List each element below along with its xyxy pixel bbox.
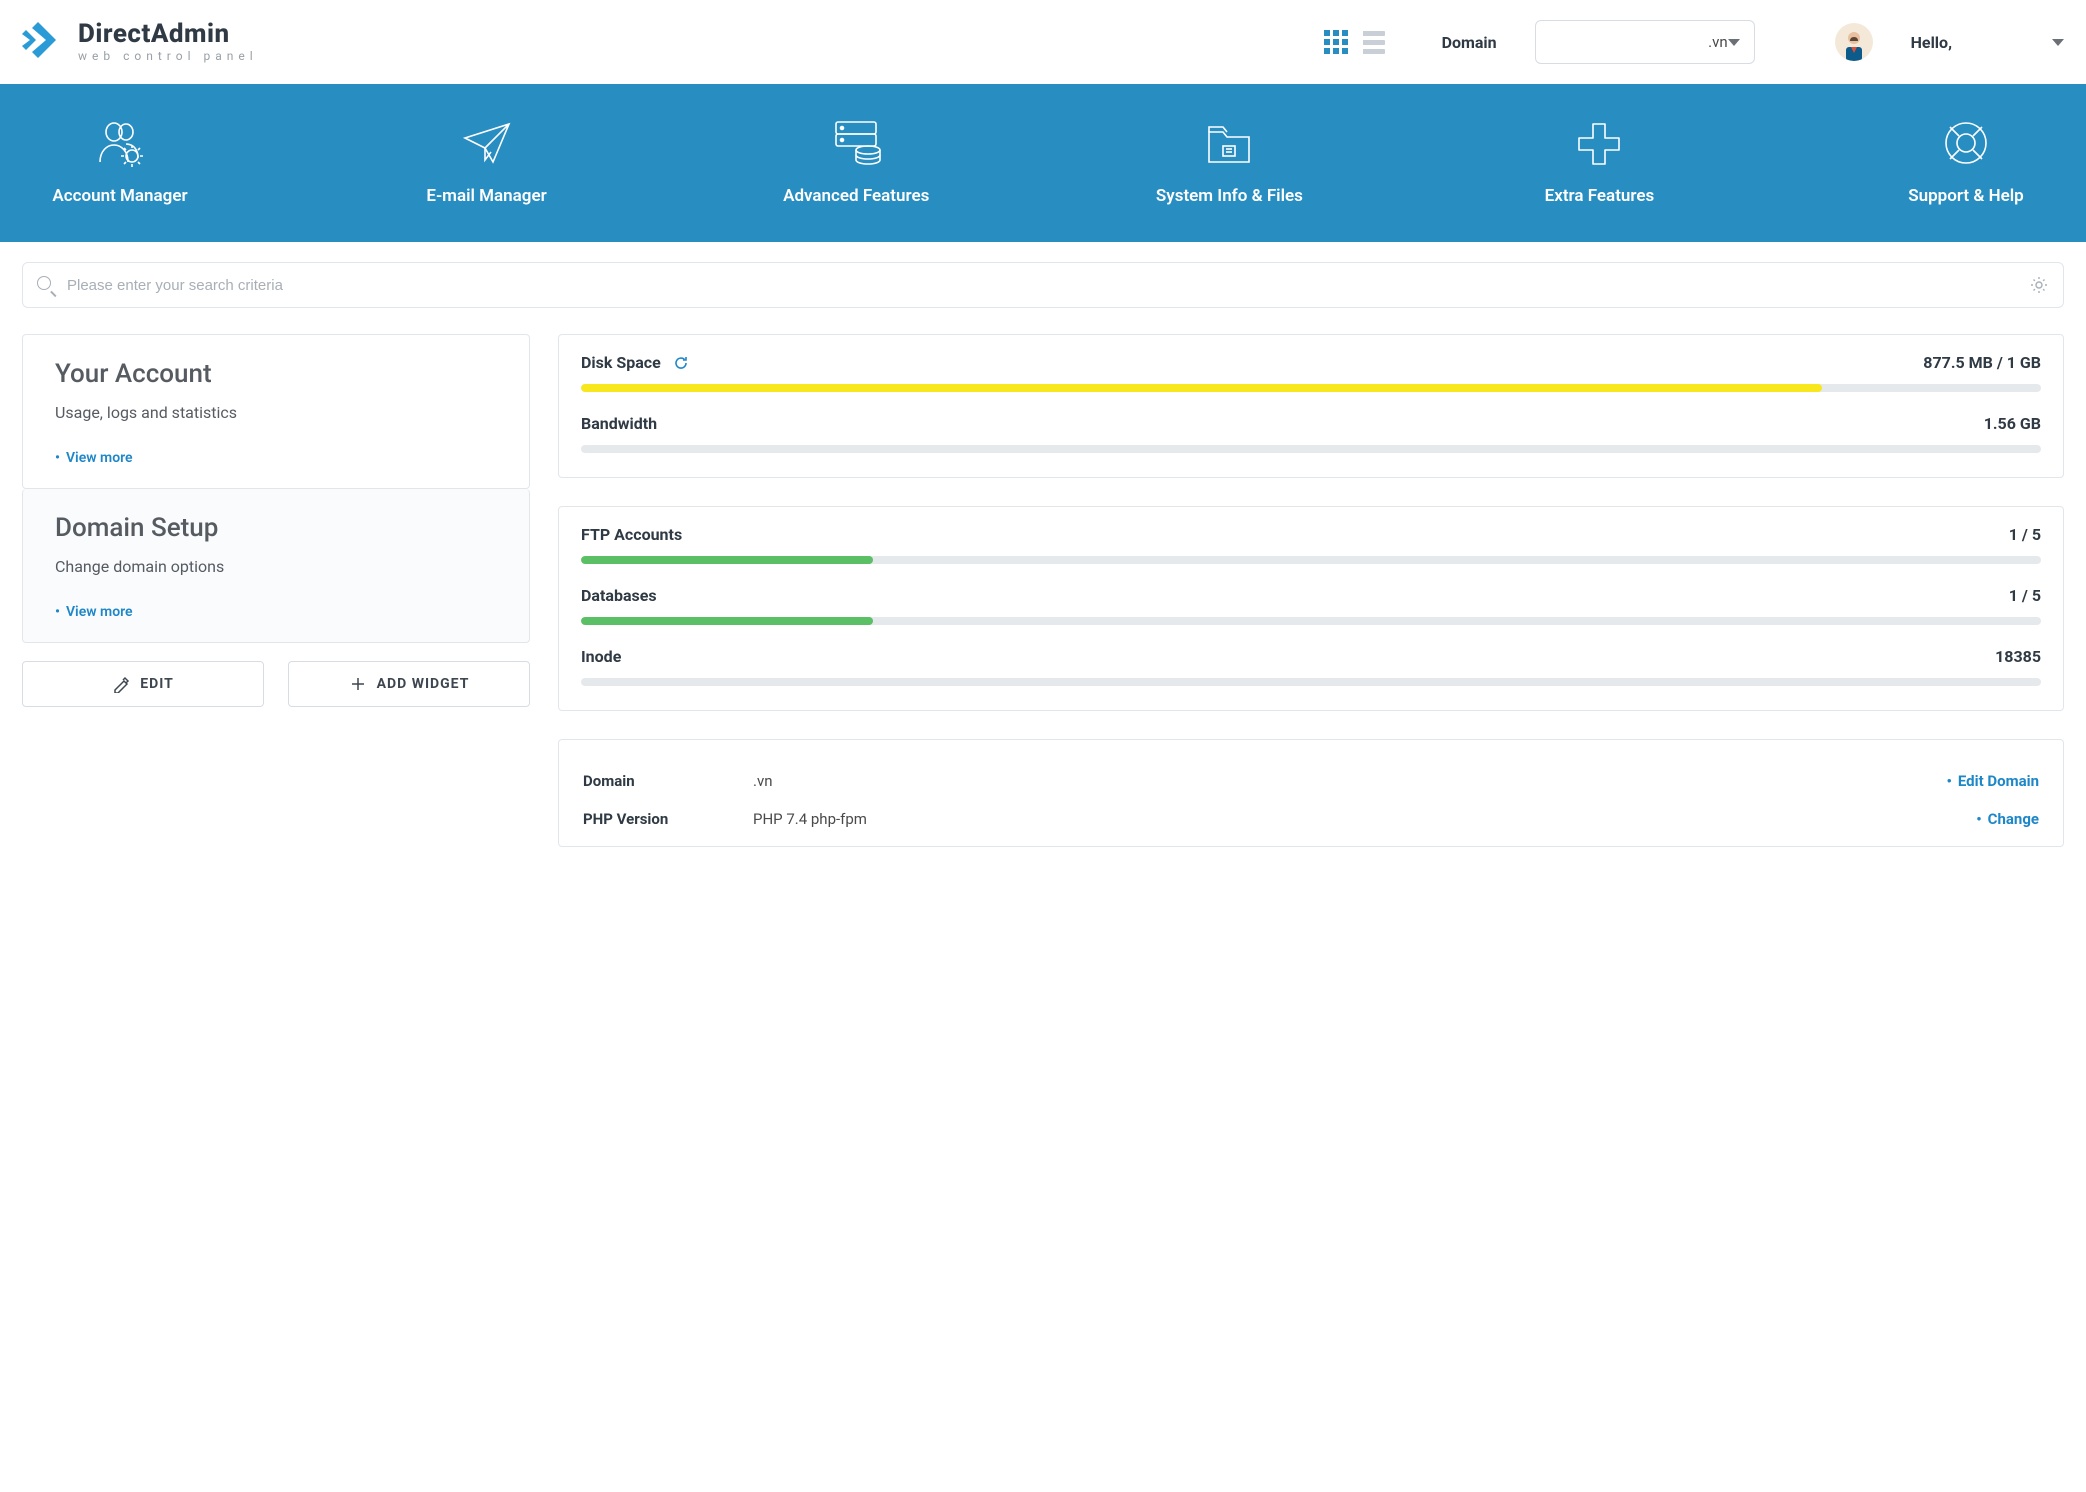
info-value: .vn bbox=[753, 772, 1946, 790]
main-content: Your Account Usage, logs and statistics … bbox=[0, 308, 2086, 887]
stat-value: 18385 bbox=[1995, 647, 2041, 666]
user-menu[interactable]: Hello, bbox=[1911, 33, 2064, 52]
refresh-icon[interactable] bbox=[673, 355, 689, 371]
info-key: PHP Version bbox=[583, 810, 753, 828]
stat-label: Inode bbox=[581, 647, 621, 666]
domain-select[interactable]: .vn bbox=[1535, 20, 1755, 64]
nav-support-help[interactable]: Support & Help bbox=[1896, 118, 2036, 206]
stat-value: 1 / 5 bbox=[2009, 586, 2041, 605]
nav-extra-features[interactable]: Extra Features bbox=[1529, 118, 1669, 206]
nav-email-manager[interactable]: E-mail Manager bbox=[417, 118, 557, 206]
usage-panel-disk-bw: Disk Space 877.5 MB / 1 GB Bandwidth 1.56 G… bbox=[558, 334, 2064, 478]
stat-value: 877.5 MB / 1 GB bbox=[1923, 353, 2041, 372]
info-value: PHP 7.4 php-fpm bbox=[753, 810, 1976, 828]
progress-bar bbox=[581, 384, 2041, 392]
domain-label: Domain bbox=[1442, 33, 1497, 52]
brand-logo[interactable]: DirectAdmin web control panel bbox=[22, 18, 258, 66]
users-gear-icon bbox=[92, 118, 148, 168]
stat-label: Disk Space bbox=[581, 353, 661, 372]
domain-info-panel: Domain.vnEdit DomainPHP VersionPHP 7.4 p… bbox=[558, 739, 2064, 847]
stat-label: FTP Accounts bbox=[581, 525, 682, 544]
left-column: Your Account Usage, logs and statistics … bbox=[22, 334, 530, 707]
progress-bar bbox=[581, 556, 2041, 564]
hello-label: Hello, bbox=[1911, 33, 1952, 52]
folder-files-icon bbox=[1201, 118, 1257, 168]
nav-label: System Info & Files bbox=[1156, 186, 1303, 206]
brand-subtitle: web control panel bbox=[78, 50, 258, 63]
info-row: PHP VersionPHP 7.4 php-fpmChange bbox=[583, 800, 2039, 838]
stat-value: 1 / 5 bbox=[2009, 525, 2041, 544]
panel-title: Your Account bbox=[55, 359, 497, 389]
add-widget-button[interactable]: ADD WIDGET bbox=[288, 661, 530, 707]
stat-row: FTP Accounts 1 / 5 bbox=[559, 507, 2063, 578]
view-more-link[interactable]: View more bbox=[55, 450, 133, 466]
search-bar bbox=[22, 262, 2064, 308]
nav-system-info[interactable]: System Info & Files bbox=[1156, 118, 1303, 206]
domain-select-value: .vn bbox=[1550, 33, 1728, 51]
view-toggle bbox=[1322, 28, 1388, 56]
edit-button[interactable]: EDIT bbox=[22, 661, 264, 707]
nav-label: Advanced Features bbox=[783, 186, 929, 206]
search-icon bbox=[37, 276, 55, 294]
nav-label: Account Manager bbox=[52, 186, 187, 206]
nav-account-manager[interactable]: Account Manager bbox=[50, 118, 190, 206]
logo-icon bbox=[22, 18, 66, 66]
gear-icon[interactable] bbox=[2029, 275, 2049, 295]
paper-plane-icon bbox=[459, 118, 515, 168]
nav-label: Support & Help bbox=[1908, 186, 2024, 206]
server-db-icon bbox=[828, 118, 884, 168]
brand-title: DirectAdmin bbox=[78, 21, 258, 48]
plus-icon bbox=[1571, 118, 1627, 168]
nav-advanced-features[interactable]: Advanced Features bbox=[783, 118, 929, 206]
right-column: Disk Space 877.5 MB / 1 GB Bandwidth 1.56 G… bbox=[558, 334, 2064, 847]
main-nav: Account Manager E-mail Manager Advanced bbox=[0, 84, 2086, 242]
your-account-panel: Your Account Usage, logs and statistics … bbox=[22, 334, 530, 489]
domain-setup-panel: Domain Setup Change domain options View … bbox=[22, 489, 530, 643]
info-key: Domain bbox=[583, 772, 753, 790]
lifebuoy-icon bbox=[1938, 118, 1994, 168]
usage-panel-accounts: FTP Accounts 1 / 5 Databases 1 / 5 Inode 1838… bbox=[558, 506, 2064, 711]
panel-title: Domain Setup bbox=[55, 513, 497, 543]
chevron-down-icon bbox=[1728, 39, 1740, 46]
stat-row: Disk Space 877.5 MB / 1 GB bbox=[559, 335, 2063, 406]
stat-row: Inode 18385 bbox=[559, 639, 2063, 700]
nav-label: E-mail Manager bbox=[426, 186, 546, 206]
button-label: ADD WIDGET bbox=[377, 676, 470, 692]
button-label: EDIT bbox=[140, 676, 174, 692]
info-link[interactable]: Change bbox=[1976, 810, 2039, 828]
panel-subtitle: Change domain options bbox=[55, 557, 497, 576]
chevron-down-icon bbox=[2052, 39, 2064, 46]
panel-subtitle: Usage, logs and statistics bbox=[55, 403, 497, 422]
list-view-icon[interactable] bbox=[1360, 28, 1388, 56]
grid-view-icon[interactable] bbox=[1322, 28, 1350, 56]
stat-label: Bandwidth bbox=[581, 414, 657, 433]
info-row: Domain.vnEdit Domain bbox=[583, 762, 2039, 800]
nav-label: Extra Features bbox=[1545, 186, 1655, 206]
progress-bar bbox=[581, 678, 2041, 686]
progress-bar bbox=[581, 617, 2041, 625]
stat-row: Bandwidth 1.56 GB bbox=[559, 406, 2063, 467]
info-link[interactable]: Edit Domain bbox=[1946, 772, 2039, 790]
progress-bar bbox=[581, 445, 2041, 453]
view-more-link[interactable]: View more bbox=[55, 604, 133, 620]
top-bar: DirectAdmin web control panel Domain .vn… bbox=[0, 0, 2086, 84]
search-input[interactable] bbox=[67, 277, 2029, 294]
stat-label: Databases bbox=[581, 586, 657, 605]
avatar[interactable] bbox=[1835, 23, 1873, 61]
stat-row: Databases 1 / 5 bbox=[559, 578, 2063, 639]
stat-value: 1.56 GB bbox=[1984, 414, 2041, 433]
